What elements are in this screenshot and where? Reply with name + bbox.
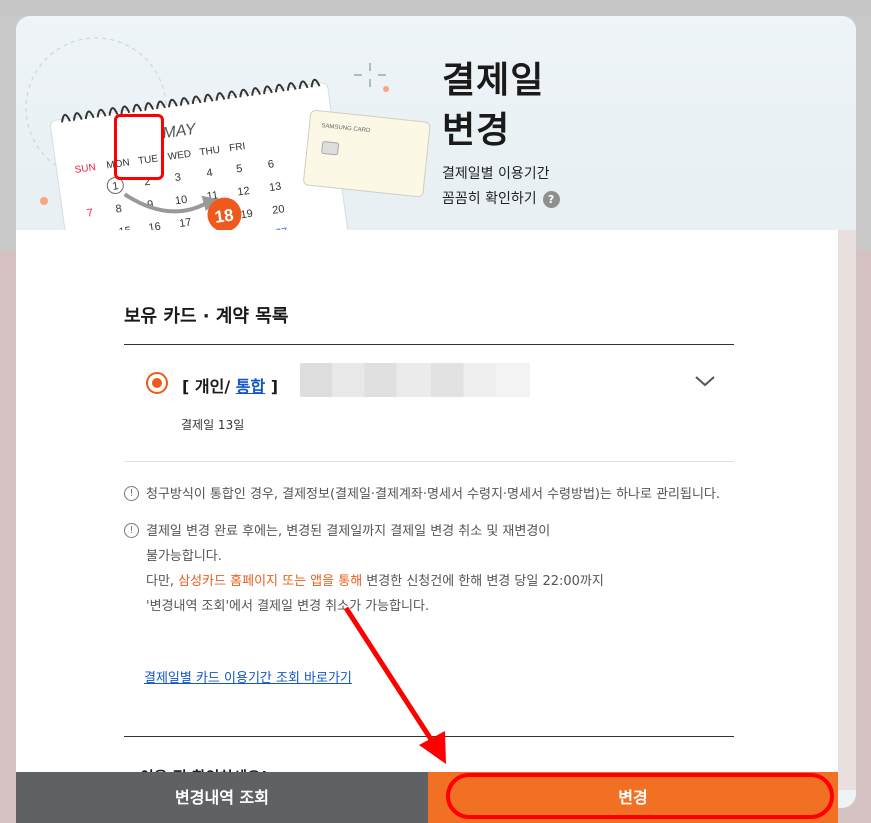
page-title: 결제일 변경 bbox=[442, 60, 545, 151]
notice-item: ! 결제일 변경 완료 후에는, 변경된 결제일까지 결제일 변경 취소 및 재… bbox=[124, 519, 734, 619]
svg-text:13: 13 bbox=[268, 180, 282, 194]
svg-text:12: 12 bbox=[237, 185, 251, 199]
card-list-item[interactable]: [ 개인/ 통합 ] 결제일 13일 bbox=[124, 345, 734, 462]
card-type-label: [ 개인/ 통합 ] bbox=[182, 377, 279, 396]
hero-description: 결제일별 이용기간 꼼꼼히 확인하기? bbox=[442, 162, 560, 212]
payment-day: 결제일 13일 bbox=[181, 418, 245, 432]
chevron-down-icon[interactable] bbox=[694, 370, 716, 392]
backdrop bbox=[0, 0, 871, 16]
integrated-link[interactable]: 통합 bbox=[236, 377, 265, 396]
change-history-button[interactable]: 변경내역 조회 bbox=[16, 772, 428, 823]
modal-content: 보유 카드 · 계약 목록 [ 개인/ 통합 ] 결제일 13일 ! 청구방식이… bbox=[16, 230, 838, 790]
masked-card-number bbox=[300, 363, 530, 397]
svg-text:20: 20 bbox=[272, 203, 286, 217]
svg-text:19: 19 bbox=[240, 208, 254, 222]
svg-text:17: 17 bbox=[178, 216, 192, 230]
notice-list: ! 청구방식이 통합인 경우, 결제정보(결제일·결제계좌·명세서 수령지·명세… bbox=[124, 482, 734, 631]
overlay-strip bbox=[838, 230, 856, 790]
annotation-highlight-box bbox=[114, 114, 164, 180]
info-icon: ! bbox=[124, 486, 139, 501]
svg-text:10: 10 bbox=[174, 194, 188, 208]
help-icon[interactable]: ? bbox=[542, 190, 560, 208]
divider bbox=[124, 736, 734, 737]
annotation-highlight-oval bbox=[446, 773, 834, 819]
svg-text:FRI: FRI bbox=[229, 141, 246, 154]
calendar-illustration: MAY SUN MON TUE WED THU FRI 1 23456 7 8 9 10 11 12… bbox=[25, 37, 431, 246]
card-radio-button[interactable] bbox=[146, 372, 168, 394]
info-icon: ! bbox=[124, 523, 139, 538]
notice-item: ! 청구방식이 통합인 경우, 결제정보(결제일·결제계좌·명세서 수령지·명세… bbox=[124, 482, 734, 507]
billing-period-link[interactable]: 결제일별 카드 이용기간 조회 바로가기 bbox=[144, 667, 352, 686]
calendar-highlight-day: 18 bbox=[213, 205, 234, 226]
section-title: 보유 카드 · 계약 목록 bbox=[124, 306, 289, 327]
